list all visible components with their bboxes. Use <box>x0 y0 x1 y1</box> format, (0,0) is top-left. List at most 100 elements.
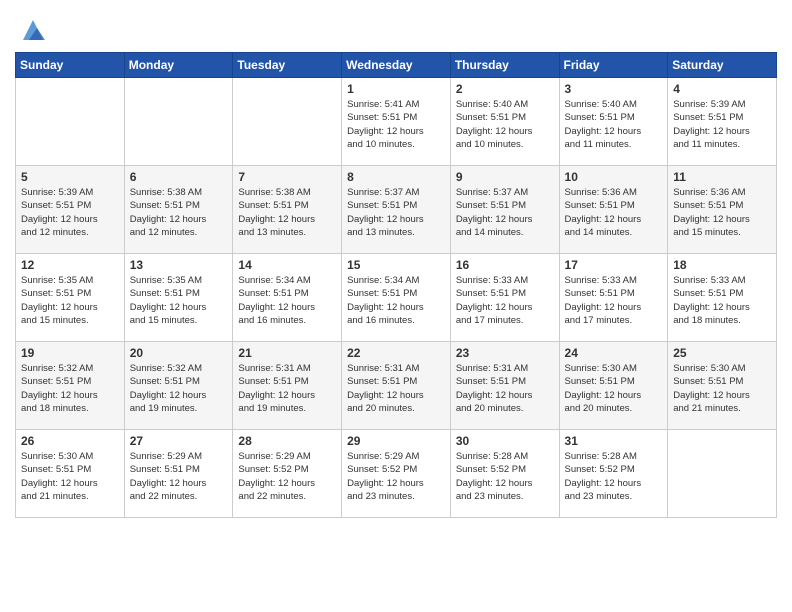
day-info: Sunrise: 5:29 AM Sunset: 5:51 PM Dayligh… <box>130 450 228 503</box>
calendar-cell: 3 Sunrise: 5:40 AM Sunset: 5:51 PM Daylig… <box>559 78 668 166</box>
calendar-cell: 7 Sunrise: 5:38 AM Sunset: 5:51 PM Daylig… <box>233 166 342 254</box>
day-number: 4 <box>673 82 771 96</box>
calendar-cell: 29 Sunrise: 5:29 AM Sunset: 5:52 PM Dayli… <box>342 430 451 518</box>
logo-icon <box>19 16 47 44</box>
day-info: Sunrise: 5:32 AM Sunset: 5:51 PM Dayligh… <box>130 362 228 415</box>
calendar-cell: 9 Sunrise: 5:37 AM Sunset: 5:51 PM Daylig… <box>450 166 559 254</box>
day-number: 25 <box>673 346 771 360</box>
calendar-cell: 2 Sunrise: 5:40 AM Sunset: 5:51 PM Daylig… <box>450 78 559 166</box>
day-info: Sunrise: 5:40 AM Sunset: 5:51 PM Dayligh… <box>456 98 554 151</box>
calendar-cell: 20 Sunrise: 5:32 AM Sunset: 5:51 PM Dayli… <box>124 342 233 430</box>
day-number: 7 <box>238 170 336 184</box>
calendar-cell <box>124 78 233 166</box>
day-number: 24 <box>565 346 663 360</box>
day-number: 10 <box>565 170 663 184</box>
day-number: 3 <box>565 82 663 96</box>
calendar-cell: 23 Sunrise: 5:31 AM Sunset: 5:51 PM Dayli… <box>450 342 559 430</box>
day-info: Sunrise: 5:38 AM Sunset: 5:51 PM Dayligh… <box>238 186 336 239</box>
day-info: Sunrise: 5:30 AM Sunset: 5:51 PM Dayligh… <box>565 362 663 415</box>
day-number: 13 <box>130 258 228 272</box>
calendar-cell: 5 Sunrise: 5:39 AM Sunset: 5:51 PM Daylig… <box>16 166 125 254</box>
calendar-cell: 27 Sunrise: 5:29 AM Sunset: 5:51 PM Dayli… <box>124 430 233 518</box>
day-number: 8 <box>347 170 445 184</box>
day-number: 28 <box>238 434 336 448</box>
calendar-cell: 18Sunrise: 5:33 AM Sunset: 5:51 PM Dayli… <box>668 254 777 342</box>
calendar-cell <box>668 430 777 518</box>
day-info: Sunrise: 5:32 AM Sunset: 5:51 PM Dayligh… <box>21 362 119 415</box>
day-info: Sunrise: 5:28 AM Sunset: 5:52 PM Dayligh… <box>565 450 663 503</box>
calendar-cell: 14 Sunrise: 5:34 AM Sunset: 5:51 PM Dayli… <box>233 254 342 342</box>
day-info: Sunrise: 5:33 AM Sunset: 5:51 PM Dayligh… <box>456 274 554 327</box>
day-info: Sunrise: 5:35 AM Sunset: 5:51 PM Dayligh… <box>130 274 228 327</box>
calendar-cell: 8 Sunrise: 5:37 AM Sunset: 5:51 PM Daylig… <box>342 166 451 254</box>
calendar-cell: 30 Sunrise: 5:28 AM Sunset: 5:52 PM Dayli… <box>450 430 559 518</box>
day-info: Sunrise: 5:31 AM Sunset: 5:51 PM Dayligh… <box>456 362 554 415</box>
day-info: Sunrise: 5:30 AM Sunset: 5:51 PM Dayligh… <box>21 450 119 503</box>
calendar-cell: 16 Sunrise: 5:33 AM Sunset: 5:51 PM Dayli… <box>450 254 559 342</box>
day-info: Sunrise: 5:28 AM Sunset: 5:52 PM Dayligh… <box>456 450 554 503</box>
day-number: 31 <box>565 434 663 448</box>
day-info: Sunrise: 5:39 AM Sunset: 5:51 PM Dayligh… <box>21 186 119 239</box>
day-number: 2 <box>456 82 554 96</box>
day-number: 22 <box>347 346 445 360</box>
day-number: 9 <box>456 170 554 184</box>
calendar-week-row: 1Sunrise: 5:41 AM Sunset: 5:51 PM Daylig… <box>16 78 777 166</box>
calendar-cell <box>16 78 125 166</box>
day-info: Sunrise: 5:36 AM Sunset: 5:51 PM Dayligh… <box>673 186 771 239</box>
calendar-cell: 13 Sunrise: 5:35 AM Sunset: 5:51 PM Dayli… <box>124 254 233 342</box>
day-info: Sunrise: 5:37 AM Sunset: 5:51 PM Dayligh… <box>347 186 445 239</box>
column-header-saturday: Saturday <box>668 53 777 78</box>
calendar-week-row: 19 Sunrise: 5:32 AM Sunset: 5:51 PM Dayli… <box>16 342 777 430</box>
calendar-cell: 1Sunrise: 5:41 AM Sunset: 5:51 PM Daylig… <box>342 78 451 166</box>
day-number: 19 <box>21 346 119 360</box>
day-info: Sunrise: 5:31 AM Sunset: 5:51 PM Dayligh… <box>347 362 445 415</box>
day-info: Sunrise: 5:37 AM Sunset: 5:51 PM Dayligh… <box>456 186 554 239</box>
calendar-cell: 10 Sunrise: 5:36 AM Sunset: 5:51 PM Dayli… <box>559 166 668 254</box>
day-number: 27 <box>130 434 228 448</box>
column-header-wednesday: Wednesday <box>342 53 451 78</box>
day-number: 17 <box>565 258 663 272</box>
day-info: Sunrise: 5:30 AM Sunset: 5:51 PM Dayligh… <box>673 362 771 415</box>
day-number: 16 <box>456 258 554 272</box>
page-header <box>15 10 777 44</box>
calendar-cell: 31 Sunrise: 5:28 AM Sunset: 5:52 PM Dayli… <box>559 430 668 518</box>
calendar-cell: 12Sunrise: 5:35 AM Sunset: 5:51 PM Dayli… <box>16 254 125 342</box>
calendar-cell: 11 Sunrise: 5:36 AM Sunset: 5:51 PM Dayli… <box>668 166 777 254</box>
day-info: Sunrise: 5:40 AM Sunset: 5:51 PM Dayligh… <box>565 98 663 151</box>
day-info: Sunrise: 5:34 AM Sunset: 5:51 PM Dayligh… <box>238 274 336 327</box>
calendar-table: SundayMondayTuesdayWednesdayThursdayFrid… <box>15 52 777 518</box>
column-header-monday: Monday <box>124 53 233 78</box>
calendar-cell: 22 Sunrise: 5:31 AM Sunset: 5:51 PM Dayli… <box>342 342 451 430</box>
day-number: 30 <box>456 434 554 448</box>
calendar-week-row: 5 Sunrise: 5:39 AM Sunset: 5:51 PM Daylig… <box>16 166 777 254</box>
calendar-cell: 6Sunrise: 5:38 AM Sunset: 5:51 PM Daylig… <box>124 166 233 254</box>
day-info: Sunrise: 5:33 AM Sunset: 5:51 PM Dayligh… <box>565 274 663 327</box>
calendar-week-row: 26 Sunrise: 5:30 AM Sunset: 5:51 PM Dayli… <box>16 430 777 518</box>
day-info: Sunrise: 5:33 AM Sunset: 5:51 PM Dayligh… <box>673 274 771 327</box>
day-info: Sunrise: 5:31 AM Sunset: 5:51 PM Dayligh… <box>238 362 336 415</box>
day-info: Sunrise: 5:38 AM Sunset: 5:51 PM Dayligh… <box>130 186 228 239</box>
logo <box>15 16 47 44</box>
day-info: Sunrise: 5:29 AM Sunset: 5:52 PM Dayligh… <box>238 450 336 503</box>
day-number: 11 <box>673 170 771 184</box>
day-info: Sunrise: 5:35 AM Sunset: 5:51 PM Dayligh… <box>21 274 119 327</box>
calendar-cell: 21 Sunrise: 5:31 AM Sunset: 5:51 PM Dayli… <box>233 342 342 430</box>
day-number: 21 <box>238 346 336 360</box>
day-number: 23 <box>456 346 554 360</box>
calendar-cell: 17 Sunrise: 5:33 AM Sunset: 5:51 PM Dayli… <box>559 254 668 342</box>
day-number: 20 <box>130 346 228 360</box>
column-header-tuesday: Tuesday <box>233 53 342 78</box>
day-number: 29 <box>347 434 445 448</box>
calendar-cell: 25 Sunrise: 5:30 AM Sunset: 5:51 PM Dayli… <box>668 342 777 430</box>
calendar-cell: 15Sunrise: 5:34 AM Sunset: 5:51 PM Dayli… <box>342 254 451 342</box>
day-info: Sunrise: 5:34 AM Sunset: 5:51 PM Dayligh… <box>347 274 445 327</box>
column-header-thursday: Thursday <box>450 53 559 78</box>
day-info: Sunrise: 5:36 AM Sunset: 5:51 PM Dayligh… <box>565 186 663 239</box>
day-number: 5 <box>21 170 119 184</box>
calendar-cell: 24 Sunrise: 5:30 AM Sunset: 5:51 PM Dayli… <box>559 342 668 430</box>
day-info: Sunrise: 5:29 AM Sunset: 5:52 PM Dayligh… <box>347 450 445 503</box>
day-number: 26 <box>21 434 119 448</box>
day-number: 14 <box>238 258 336 272</box>
column-header-sunday: Sunday <box>16 53 125 78</box>
calendar-cell: 4Sunrise: 5:39 AM Sunset: 5:51 PM Daylig… <box>668 78 777 166</box>
